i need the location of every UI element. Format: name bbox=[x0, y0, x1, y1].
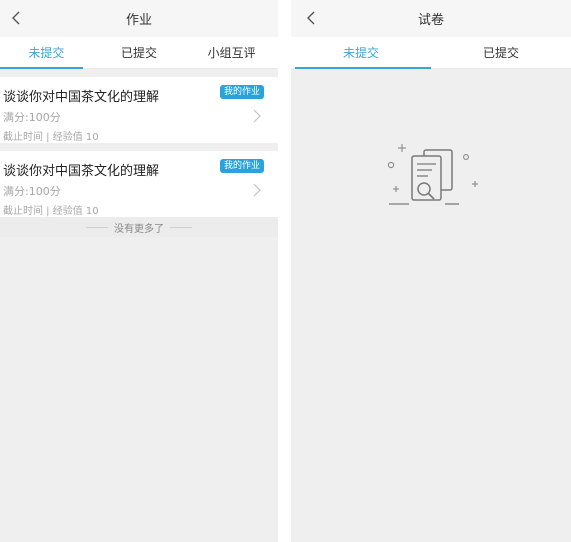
tab-unsubmitted[interactable]: 未提交 bbox=[291, 37, 431, 69]
assignment-meta: 截止时间 | 经验值 10 bbox=[3, 206, 99, 217]
chevron-right-icon bbox=[253, 109, 261, 123]
assignment-title: 谈谈你对中国茶文化的理解 bbox=[3, 164, 160, 179]
chevron-right-icon bbox=[253, 183, 261, 197]
exam-tabs: 未提交 已提交 bbox=[291, 37, 571, 69]
exam-screen: 试卷 未提交 已提交 bbox=[291, 0, 571, 542]
homework-tabs: 未提交 已提交 小组互评 bbox=[0, 37, 278, 69]
tab-submitted[interactable]: 已提交 bbox=[431, 37, 571, 68]
my-homework-badge: 我的作业 bbox=[219, 159, 264, 173]
page-title: 作业 bbox=[125, 13, 152, 28]
no-more-indicator: 没有更多了 bbox=[0, 217, 278, 237]
back-button[interactable] bbox=[6, 8, 26, 28]
chevron-left-icon bbox=[12, 11, 20, 25]
chevron-left-icon bbox=[307, 11, 315, 25]
tab-unsubmitted[interactable]: 未提交 bbox=[0, 37, 93, 69]
assignment-score: 满分:100分 bbox=[3, 111, 61, 124]
divider-line bbox=[170, 226, 192, 228]
assignment-meta: 截止时间 | 经验值 10 bbox=[3, 132, 99, 143]
tab-submitted[interactable]: 已提交 bbox=[93, 37, 186, 68]
empty-document-search-icon bbox=[387, 144, 478, 205]
divider bbox=[0, 69, 278, 77]
back-button[interactable] bbox=[301, 8, 321, 28]
assignment-title: 谈谈你对中国茶文化的理解 bbox=[3, 90, 160, 105]
assignment-card[interactable]: 谈谈你对中国茶文化的理解 我的作业 满分:100分 截止时间 | 经验值 10 bbox=[0, 77, 278, 143]
exam-header: 试卷 bbox=[291, 0, 571, 37]
homework-screen: 作业 未提交 已提交 小组互评 谈谈你对中国茶文化的理解 我的作业 满分:100… bbox=[0, 0, 278, 542]
divider bbox=[0, 143, 278, 151]
assignment-score: 满分:100分 bbox=[3, 185, 61, 198]
page-title: 试卷 bbox=[417, 13, 444, 28]
homework-header: 作业 bbox=[0, 0, 278, 37]
assignment-card[interactable]: 谈谈你对中国茶文化的理解 我的作业 满分:100分 截止时间 | 经验值 10 bbox=[0, 151, 278, 217]
no-more-text: 没有更多了 bbox=[114, 223, 164, 235]
tab-peer-review[interactable]: 小组互评 bbox=[185, 37, 278, 68]
my-homework-badge: 我的作业 bbox=[219, 85, 264, 99]
divider-line bbox=[86, 226, 108, 228]
